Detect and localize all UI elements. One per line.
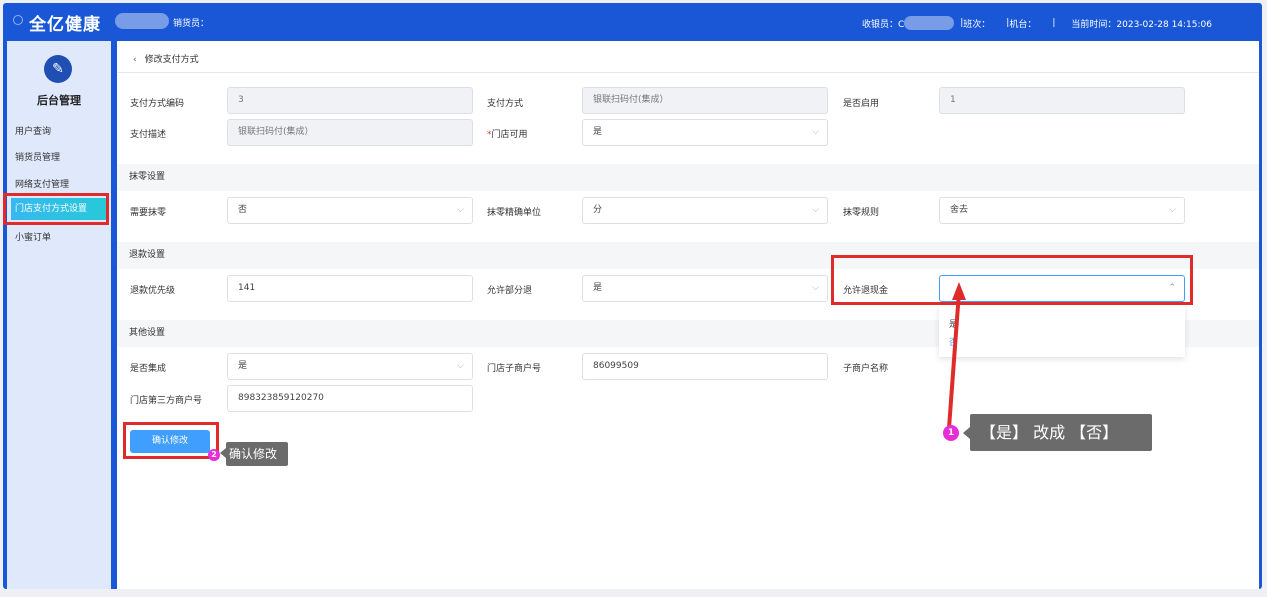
chevron-down-icon: ⌵: [1169, 205, 1176, 215]
enabled-input[interactable]: 1: [939, 87, 1185, 114]
sub-merchant-no-label: 门店子商户号: [487, 364, 542, 374]
precision-label: 抹零精确单位: [487, 208, 542, 218]
partial-refund-select[interactable]: 是 ⌵: [582, 275, 828, 302]
sidebar-item-seller-mgmt[interactable]: 销货员管理: [15, 150, 60, 163]
partial-refund-value: 是: [593, 283, 603, 293]
current-time: 当前时间：2023-02-28 14:15:06: [1071, 19, 1212, 30]
app-window: 全亿健康 销货员： 收银员：C | 班次： | 机台： | 当前时间：2023-…: [3, 3, 1262, 589]
separator: |: [1052, 18, 1056, 28]
rule-value: 舍去: [950, 205, 969, 215]
chevron-down-icon: ⌵: [812, 127, 819, 137]
method-input[interactable]: 银联扫码付(集成）: [582, 87, 828, 114]
page-title: 修改支付方式: [144, 55, 199, 65]
enabled-label: 是否启用: [843, 99, 880, 109]
logo-icon: [13, 15, 23, 25]
sub-merchant-no-input[interactable]: 86099509: [582, 353, 828, 380]
chevron-down-icon: ⌵: [812, 205, 819, 215]
cashier-label: 收银员：C: [861, 19, 905, 30]
refund-priority-label: 退款优先级: [130, 286, 176, 296]
store-avail-value: 是: [593, 127, 603, 137]
need-round-value: 否: [238, 205, 248, 215]
precision-select[interactable]: 分 ⌵: [582, 197, 828, 224]
chevron-down-icon: ⌵: [457, 361, 464, 371]
sidebar-item-user-query[interactable]: 用户查询: [15, 124, 51, 137]
sidebar: ✎ 后台管理 用户查询 销货员管理 网络支付管理 门店支付方式设置 小蜜订单: [7, 41, 111, 589]
back-arrow-icon[interactable]: ‹: [133, 55, 137, 65]
code-label: 支付方式编码: [130, 99, 185, 109]
rounding-section-header: 抹零设置: [117, 164, 1259, 191]
step-2-badge: 2: [208, 449, 220, 461]
desc-label: 支付描述: [130, 130, 167, 140]
integrated-select[interactable]: 是 ⌵: [227, 353, 473, 380]
need-round-select[interactable]: 否 ⌵: [227, 197, 473, 224]
integrated-label: 是否集成: [130, 364, 167, 374]
third-party-input[interactable]: 898323859120270: [227, 385, 473, 412]
sidebar-item-xiaomi-orders[interactable]: 小蜜订单: [15, 230, 51, 243]
desc-input[interactable]: 银联扫码付(集成）: [227, 119, 473, 146]
tooltip-step-2: 确认修改: [226, 442, 288, 466]
blurred-region: [115, 13, 169, 29]
seller-label: 销货员：: [173, 19, 210, 29]
sidebar-title: 后台管理: [37, 94, 81, 107]
refund-priority-input[interactable]: 141: [227, 275, 473, 302]
main-content: ‹ 修改支付方式 支付方式编码 3 支付方式 银联扫码付(集成） 是否启用 1 支…: [117, 41, 1259, 589]
step-1-badge: 1: [943, 425, 959, 441]
rule-label: 抹零规则: [843, 208, 880, 218]
sidebar-item-online-payment[interactable]: 网络支付管理: [15, 177, 69, 190]
shift-label: 班次：: [963, 19, 991, 30]
brand-name: 全亿健康: [29, 15, 101, 35]
sub-merchant-name-label: 子商户名称: [843, 364, 889, 374]
highlight-box-cash-refund: [831, 255, 1193, 305]
terminal-label: 机台：: [1009, 19, 1037, 30]
blurred-region: [904, 16, 955, 30]
highlight-box-sidebar: [3, 193, 109, 225]
tooltip-step-1: 【是】 改成 【否】: [970, 414, 1152, 451]
precision-value: 分: [593, 205, 603, 215]
rule-select[interactable]: 舍去 ⌵: [939, 197, 1185, 224]
divider: [117, 72, 1259, 73]
code-input[interactable]: 3: [227, 87, 473, 114]
top-bar: 全亿健康 销货员： 收银员：C | 班次： | 机台： | 当前时间：2023-…: [3, 3, 1262, 39]
tooltip-caret: [963, 427, 970, 439]
status-info: 收银员：C | 班次： | 机台： | 当前时间：2023-02-28 14:1…: [862, 16, 1212, 30]
integrated-value: 是: [238, 361, 248, 371]
highlight-box-confirm: [123, 422, 219, 459]
need-round-label: 需要抹零: [130, 208, 167, 218]
chevron-down-icon: ⌵: [457, 205, 464, 215]
store-avail-text: 门店可用: [491, 130, 528, 140]
store-avail-label: *门店可用: [487, 127, 528, 140]
chevron-down-icon: ⌵: [812, 283, 819, 293]
third-party-label: 门店第三方商户号: [130, 396, 203, 406]
method-label: 支付方式: [487, 99, 524, 109]
admin-icon: ✎: [44, 55, 72, 83]
partial-refund-label: 允许部分退: [487, 286, 533, 296]
breadcrumb: ‹ 修改支付方式: [133, 52, 199, 65]
store-avail-select[interactable]: 是 ⌵: [582, 119, 828, 146]
